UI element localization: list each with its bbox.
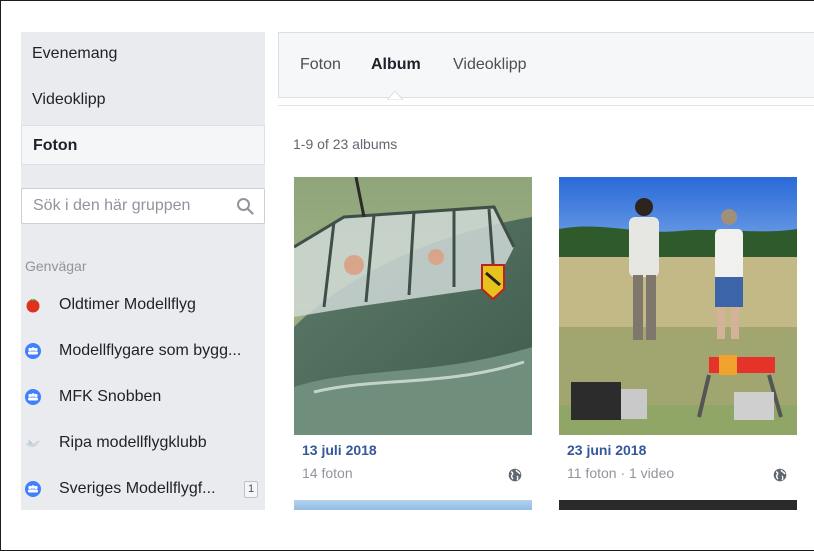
tab-photos[interactable]: Foton: [300, 56, 341, 74]
notification-badge: 1: [244, 481, 259, 498]
shortcut-label: Ripa modellflygklubb: [59, 434, 207, 451]
tab-videos[interactable]: Videoklipp: [453, 56, 527, 74]
shortcut-label: Oldtimer Modellflyg: [59, 296, 196, 313]
shortcuts-heading: Genvägar: [25, 258, 87, 274]
album-meta: 11 foton · 1 video: [567, 465, 675, 481]
shortcut-modellflygare-som-bygg[interactable]: Modellflygare som bygg...: [25, 335, 265, 367]
sidebar-item-photos[interactable]: Foton: [21, 125, 265, 165]
shortcut-sveriges-modellflygf[interactable]: Sveriges Modellflygf... 1: [25, 473, 265, 505]
album-cover-next[interactable]: [559, 500, 797, 510]
album-title[interactable]: 13 juli 2018: [302, 442, 377, 458]
group-sidebar: Evenemang Videoklipp Foton Genvägar Oldt…: [21, 32, 265, 510]
group-search-input[interactable]: [22, 189, 226, 223]
shortcut-ripa-modellflygklubb[interactable]: Ripa modellflygklubb: [25, 427, 265, 459]
shortcut-label: Sveriges Modellflygf...: [59, 480, 216, 497]
shortcut-label: MFK Snobben: [59, 388, 162, 405]
group-search-box: [21, 188, 265, 224]
group-icon: [25, 343, 41, 359]
divider: [278, 105, 814, 106]
bird-icon: [26, 439, 40, 447]
shortcut-label: Modellflygare som bygg...: [59, 342, 242, 359]
shortcut-oldtimer-modellflyg[interactable]: Oldtimer Modellflyg: [25, 289, 265, 321]
globe-icon[interactable]: [773, 468, 787, 482]
group-icon: [25, 389, 41, 405]
group-icon: [25, 481, 41, 497]
tomato-icon: [26, 298, 40, 313]
sidebar-item-events[interactable]: Evenemang: [21, 34, 265, 74]
globe-icon[interactable]: [508, 468, 522, 482]
shortcut-mfk-snobben[interactable]: MFK Snobben: [25, 381, 265, 413]
album-meta: 14 foton: [302, 465, 353, 481]
album-count: 1-9 of 23 albums: [293, 136, 398, 152]
album-cover-next[interactable]: [294, 500, 532, 510]
search-icon[interactable]: [236, 197, 254, 215]
album-cover-field[interactable]: [559, 177, 797, 435]
album-cover-plane[interactable]: [294, 177, 532, 435]
tab-albums[interactable]: Album: [371, 56, 421, 74]
album-title[interactable]: 23 juni 2018: [567, 442, 646, 458]
sidebar-item-videos[interactable]: Videoklipp: [21, 80, 265, 120]
active-tab-caret: [387, 90, 403, 101]
photo-tabs: Foton Album Videoklipp: [278, 32, 814, 101]
photos-panel: Foton Album Videoklipp 1-9 of 23 albums: [278, 32, 814, 510]
